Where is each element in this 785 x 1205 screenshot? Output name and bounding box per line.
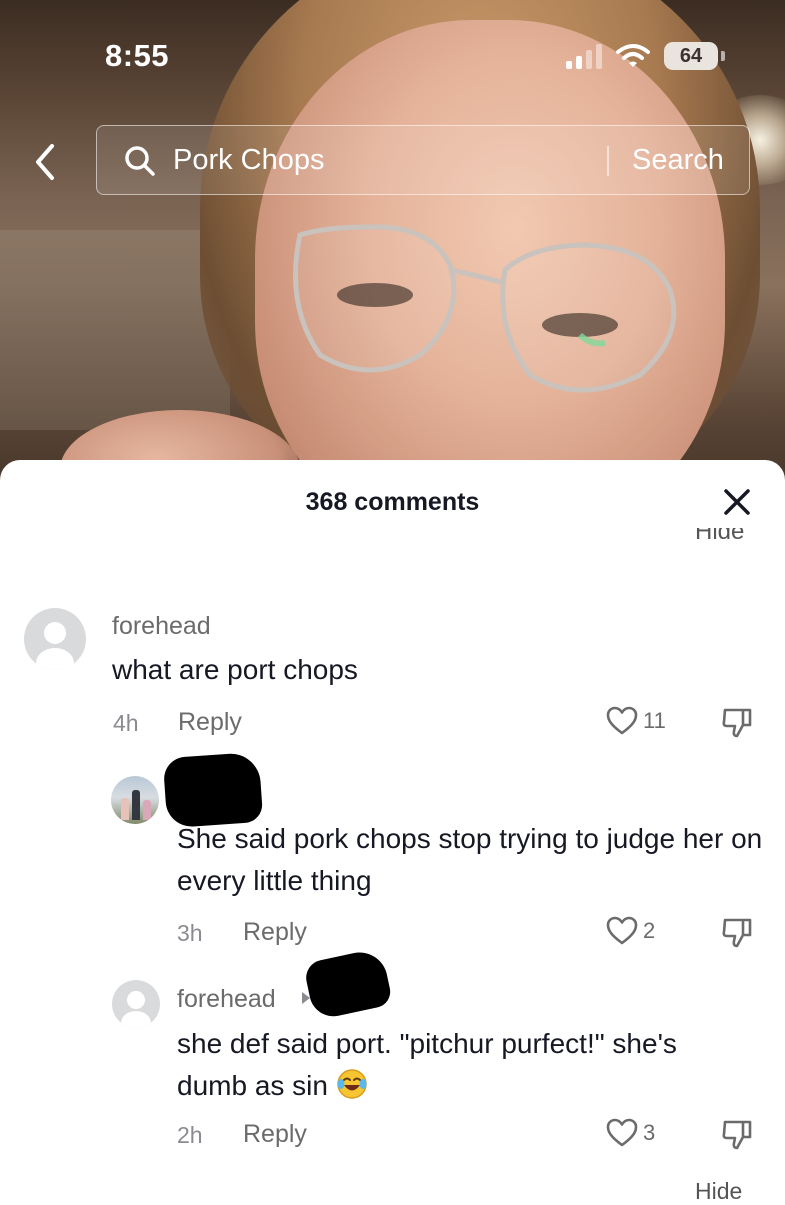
comments-sheet: 368 comments Hide forehead what are port… (0, 460, 785, 1204)
redacted-username (162, 751, 264, 829)
like-count: 11 (643, 708, 666, 733)
status-icons: 64 (566, 42, 725, 70)
close-icon[interactable] (722, 487, 752, 517)
like-count: 2 (643, 918, 656, 943)
hide-replies-button[interactable]: Hide (695, 1178, 742, 1205)
avatar[interactable] (112, 980, 160, 1028)
comment-text: what are port chops (112, 654, 358, 685)
search-bar[interactable]: Pork Chops Search (96, 125, 750, 195)
comment-username[interactable]: forehead (112, 612, 211, 641)
dislike-icon[interactable] (720, 1119, 754, 1151)
status-time: 8:55 (105, 38, 170, 73)
heart-icon (606, 1118, 638, 1147)
signal-icon (566, 43, 602, 69)
reply-button[interactable]: Reply (243, 1120, 307, 1149)
dislike-icon[interactable] (720, 707, 754, 739)
search-icon (125, 146, 155, 176)
background-wall (0, 230, 230, 430)
avatar[interactable] (111, 776, 159, 824)
like-button[interactable]: 3 (605, 1118, 655, 1148)
comment-time: 4h (113, 710, 139, 736)
hide-replies-button[interactable]: Hide (695, 528, 744, 552)
battery-level: 64 (664, 42, 718, 70)
search-divider (607, 146, 609, 176)
like-count: 3 (643, 1120, 656, 1145)
back-chevron-icon[interactable] (28, 140, 64, 184)
search-button[interactable]: Search (632, 144, 724, 177)
like-button[interactable]: 11 (605, 706, 666, 736)
wifi-icon (616, 44, 650, 67)
laughing-crying-emoji (337, 1069, 367, 1099)
comments-count: 368 comments (305, 488, 480, 516)
search-input[interactable]: Pork Chops (173, 144, 325, 177)
video-background[interactable] (0, 0, 785, 520)
comment-text: she def said port. "pitchur purfect!" sh… (177, 1028, 677, 1101)
comment-text: She said pork chops stop trying to judge… (177, 823, 763, 896)
battery-icon: 64 (664, 42, 725, 70)
dislike-icon[interactable] (720, 917, 754, 949)
comment-time: 3h (177, 920, 203, 946)
heart-icon (606, 916, 638, 945)
reply-button[interactable]: Reply (178, 708, 242, 737)
redacted-username (302, 947, 394, 1021)
like-button[interactable]: 2 (605, 916, 655, 946)
avatar[interactable] (24, 608, 86, 670)
glasses-graphic (293, 224, 677, 393)
comment-time: 2h (177, 1122, 203, 1148)
comment-username[interactable]: forehead (177, 985, 276, 1014)
heart-icon (606, 706, 638, 735)
reply-button[interactable]: Reply (243, 918, 307, 947)
